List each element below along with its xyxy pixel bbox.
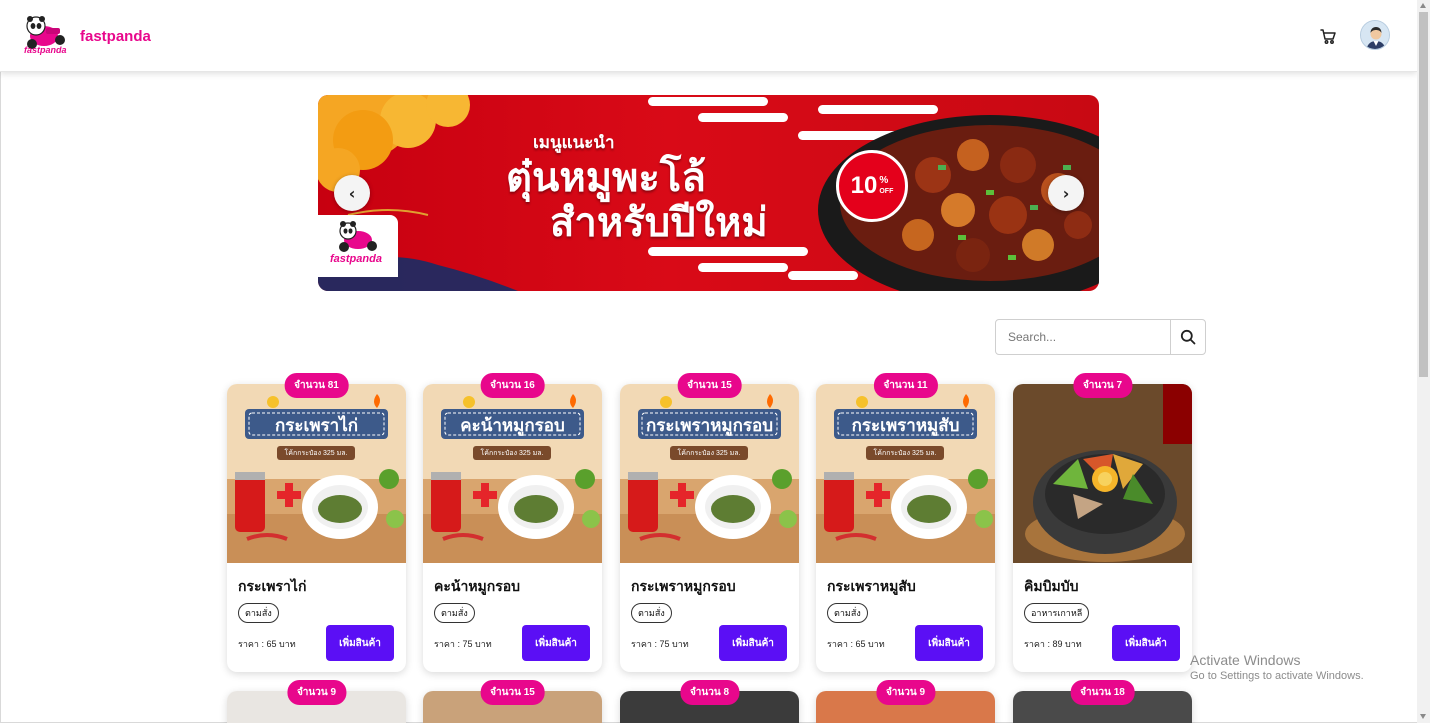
brand-name[interactable]: fastpanda bbox=[80, 28, 151, 45]
product-image-title: กระเพราหมูกรอบ bbox=[645, 416, 774, 435]
add-to-cart-button[interactable]: เพิ่มสินค้า bbox=[1112, 625, 1180, 661]
product-card[interactable]: จำนวน 7 คิมบิมบับอาหารเกาหลีราคา : 89 บาท… bbox=[1013, 373, 1192, 672]
top-navbar: fastpanda fastpanda bbox=[0, 0, 1417, 72]
product-price: ราคา : 75 บาท bbox=[434, 639, 492, 649]
product-image bbox=[1013, 384, 1192, 563]
product-name: คิมบิมบับ bbox=[1024, 578, 1079, 594]
search-bar bbox=[995, 319, 1207, 355]
stock-badge: จำนวน 16 bbox=[480, 373, 545, 398]
stock-badge: จำนวน 11 bbox=[873, 373, 938, 398]
product-card[interactable]: จำนวน 15 bbox=[423, 680, 602, 723]
stock-badge: จำนวน 18 bbox=[1070, 680, 1135, 705]
product-image-title: กระเพราหมูสับ bbox=[851, 416, 960, 435]
discount-value: 10 bbox=[850, 172, 878, 199]
product-image-container[interactable]: กระเพราหมูกรอบโค้กกระป๋อง 325 มล. bbox=[620, 384, 799, 563]
add-to-cart-button[interactable]: เพิ่มสินค้า bbox=[522, 625, 590, 661]
product-name: กระเพราหมูสับ bbox=[827, 578, 916, 594]
product-image-title: คะน้าหมูกรอบ bbox=[460, 416, 565, 435]
activate-windows-watermark: Activate Windows Go to Settings to activ… bbox=[1190, 652, 1364, 682]
stock-badge: จำนวน 8 bbox=[679, 680, 740, 705]
product-price: ราคา : 89 บาท bbox=[1024, 639, 1082, 649]
logo-wordmark: fastpanda bbox=[24, 45, 67, 55]
scroll-up-arrow-icon[interactable] bbox=[1420, 3, 1426, 8]
search-icon bbox=[1180, 329, 1196, 345]
product-card[interactable]: กระเพราหมูกรอบ โค้กกระป๋อง 325 มล. จำนวน 1… bbox=[620, 373, 799, 672]
product-image-container[interactable]: กระเพราไก่โค้กกระป๋อง 325 มล. bbox=[227, 384, 406, 563]
product-price: ราคา : 65 บาท bbox=[827, 639, 885, 649]
category-tag: ตามสั่ง bbox=[631, 603, 672, 623]
product-card[interactable]: จำนวน 8 bbox=[620, 680, 799, 723]
product-card[interactable]: จำนวน 9 bbox=[816, 680, 995, 723]
watermark-title: Activate Windows bbox=[1190, 652, 1301, 668]
product-name: กระเพราหมูกรอบ bbox=[631, 578, 736, 594]
discount-percent: % bbox=[879, 174, 889, 186]
product-image-container[interactable] bbox=[1013, 384, 1192, 563]
panda-logo-icon bbox=[339, 221, 377, 252]
category-tag: อาหารเกาหลี bbox=[1024, 603, 1090, 623]
banner-logo-wordmark: fastpanda bbox=[330, 253, 382, 265]
product-image bbox=[227, 384, 406, 563]
product-card[interactable]: กระเพราไก่ โค้กกระป๋อง 325 มล. จำนวน 81 กระ… bbox=[227, 373, 406, 672]
discount-unit: % OFF bbox=[879, 174, 894, 197]
carousel-next-button[interactable]: › bbox=[1048, 175, 1084, 211]
product-image-title: กระเพราไก่ bbox=[274, 416, 359, 435]
stock-badge: จำนวน 15 bbox=[480, 680, 545, 705]
discount-off: OFF bbox=[879, 187, 894, 195]
product-image-caption: โค้กกระป๋อง 325 มล. bbox=[677, 450, 741, 457]
category-tag: ตามสั่ง bbox=[827, 603, 868, 623]
search-button[interactable] bbox=[1170, 319, 1206, 355]
product-card[interactable]: จำนวน 18 bbox=[1013, 680, 1192, 723]
stock-badge: จำนวน 15 bbox=[677, 373, 742, 398]
product-image-container[interactable]: กระเพราหมูสับโค้กกระป๋อง 325 มล. bbox=[816, 384, 995, 563]
product-image bbox=[620, 384, 799, 563]
watermark-subtitle: Go to Settings to activate Windows. bbox=[1190, 670, 1364, 682]
brand-logo[interactable]: fastpanda bbox=[22, 14, 70, 56]
discount-badge: 10 % OFF bbox=[836, 150, 908, 222]
user-avatar[interactable] bbox=[1360, 20, 1390, 50]
stock-badge: จำนวน 9 bbox=[875, 680, 936, 705]
product-image-caption: โค้กกระป๋อง 325 มล. bbox=[873, 450, 937, 457]
category-tag: ตามสั่ง bbox=[238, 603, 279, 623]
scroll-down-arrow-icon[interactable] bbox=[1420, 714, 1426, 719]
product-image bbox=[423, 384, 602, 563]
promo-banner[interactable]: เมนูแนะนำ ตุ๋นหมูพะโล้ สำหรับปีใหม่ 10 %… bbox=[318, 95, 1099, 291]
product-card[interactable]: กระเพราหมูสับ โค้กกระป๋อง 325 มล. จำนวน 11… bbox=[816, 373, 995, 672]
search-input[interactable] bbox=[995, 319, 1171, 355]
product-image-container[interactable]: คะน้าหมูกรอบโค้กกระป๋อง 325 มล. bbox=[423, 384, 602, 563]
product-price: ราคา : 65 บาท bbox=[238, 639, 296, 649]
stock-badge: จำนวน 81 bbox=[284, 373, 349, 398]
product-image-caption: โค้กกระป๋อง 325 มล. bbox=[480, 450, 544, 457]
add-to-cart-button[interactable]: เพิ่มสินค้า bbox=[326, 625, 394, 661]
category-tag: ตามสั่ง bbox=[434, 603, 475, 623]
scroll-thumb[interactable] bbox=[1419, 12, 1428, 377]
product-name: คะน้าหมูกรอบ bbox=[434, 578, 521, 594]
banner-logo: fastpanda bbox=[318, 215, 398, 277]
page-scrollbar[interactable] bbox=[1417, 0, 1430, 723]
product-card[interactable]: คะน้าหมูกรอบ โค้กกระป๋อง 325 มล. จำนวน 16 ค… bbox=[423, 373, 602, 672]
stock-badge: จำนวน 7 bbox=[1072, 373, 1133, 398]
product-card[interactable]: จำนวน 9 bbox=[227, 680, 406, 723]
add-to-cart-button[interactable]: เพิ่มสินค้า bbox=[915, 625, 983, 661]
carousel-prev-button[interactable]: ‹ bbox=[334, 175, 370, 211]
add-to-cart-button[interactable]: เพิ่มสินค้า bbox=[719, 625, 787, 661]
product-image-caption: โค้กกระป๋อง 325 มล. bbox=[284, 450, 348, 457]
banner-title-line2: สำหรับปีใหม่ bbox=[550, 201, 768, 245]
stock-badge: จำนวน 9 bbox=[286, 680, 347, 705]
product-name: กระเพราไก่ bbox=[238, 578, 307, 594]
product-price: ราคา : 75 บาท bbox=[631, 639, 689, 649]
cart-icon[interactable] bbox=[1318, 26, 1338, 46]
product-image bbox=[816, 384, 995, 563]
